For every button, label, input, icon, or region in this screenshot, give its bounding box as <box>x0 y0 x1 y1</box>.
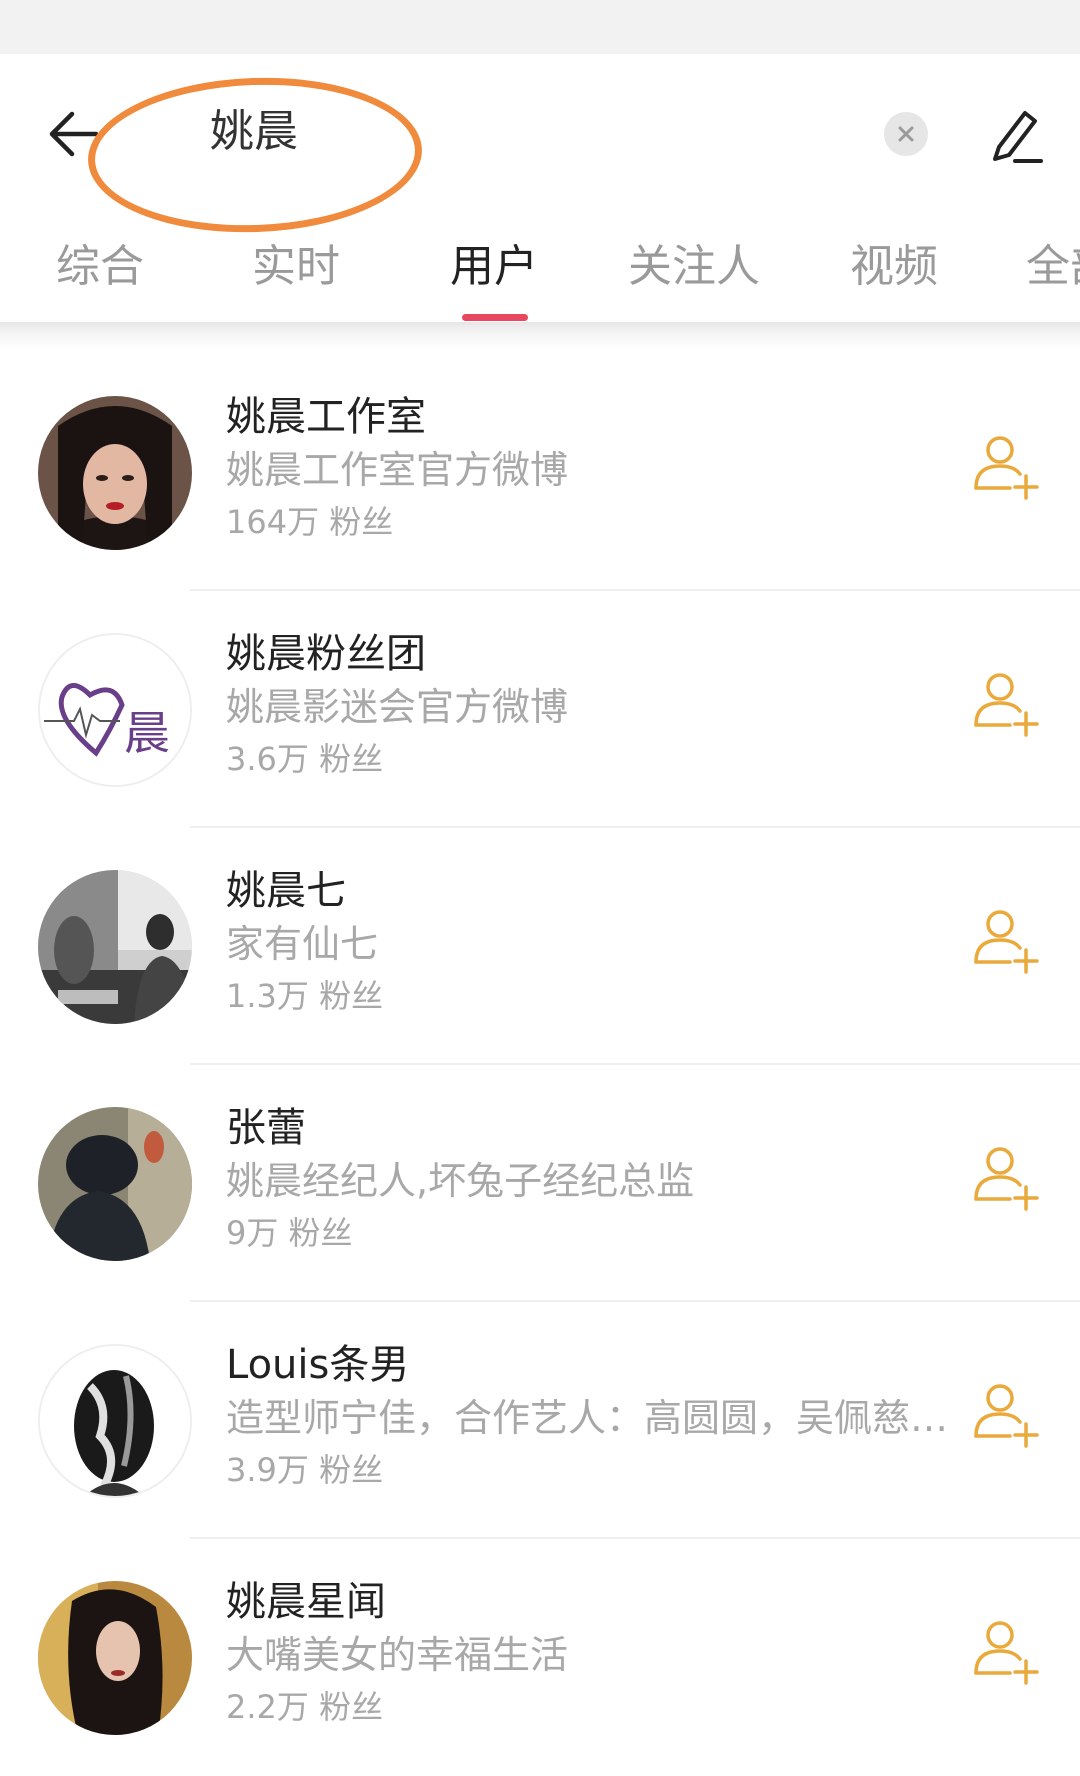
user-description: 造型师宁佳，合作艺人：高圆圆，吴佩慈… <box>226 1396 949 1440</box>
fan-count: 3.6万 粉丝 <box>226 740 384 778</box>
fan-count: 164万 粉丝 <box>226 503 394 541</box>
add-user-icon <box>974 436 1039 500</box>
user-row[interactable]: 张蕾 姚晨经纪人,坏兔子经纪总监 9万 粉丝 <box>0 1065 1080 1302</box>
user-description: 家有仙七 <box>226 922 379 966</box>
user-row[interactable]: 姚晨工作室 姚晨工作室官方微博 164万 粉丝 <box>0 354 1080 591</box>
add-user-icon <box>974 1621 1039 1685</box>
user-row[interactable]: 晨 姚晨粉丝团 姚晨影迷会官方微博 3.6万 粉丝 <box>0 591 1080 828</box>
user-description: 姚晨影迷会官方微博 <box>226 685 569 729</box>
avatar[interactable] <box>38 396 192 550</box>
user-description: 姚晨经纪人,坏兔子经纪总监 <box>226 1159 695 1203</box>
add-user-icon <box>974 673 1039 737</box>
user-row[interactable]: 姚晨星闻 大嘴美女的幸福生活 2.2万 粉丝 <box>0 1539 1080 1776</box>
tab-all-results[interactable]: 综合 <box>56 232 144 302</box>
user-name[interactable]: 姚晨星闻 <box>226 1575 386 1629</box>
follow-button[interactable] <box>970 1378 1042 1450</box>
follow-button[interactable] <box>970 430 1042 502</box>
tab-all[interactable]: 全部 <box>1026 232 1080 302</box>
user-row[interactable]: 姚晨七 家有仙七 1.3万 粉丝 <box>0 828 1080 1065</box>
avatar[interactable] <box>38 1581 192 1735</box>
fan-count: 3.9万 粉丝 <box>226 1451 384 1489</box>
follow-button[interactable] <box>970 904 1042 976</box>
avatar[interactable] <box>38 1344 192 1498</box>
tab-realtime[interactable]: 实时 <box>252 232 340 302</box>
active-tab-indicator <box>462 314 528 321</box>
fan-count: 1.3万 粉丝 <box>226 977 384 1015</box>
tab-bar: 综合 实时 用户 关注人 视频 全部 <box>0 0 1080 330</box>
user-name[interactable]: Louis条男 <box>226 1338 409 1392</box>
avatar[interactable]: 晨 <box>38 633 192 787</box>
tab-video[interactable]: 视频 <box>850 232 938 302</box>
add-user-icon <box>974 1147 1039 1211</box>
follow-button[interactable] <box>970 1141 1042 1213</box>
fan-count: 2.2万 粉丝 <box>226 1688 384 1726</box>
follow-button[interactable] <box>970 667 1042 739</box>
fan-count: 9万 粉丝 <box>226 1214 353 1252</box>
user-row[interactable]: Louis条男 造型师宁佳，合作艺人：高圆圆，吴佩慈… 3.9万 粉丝 <box>0 1302 1080 1539</box>
user-description: 大嘴美女的幸福生活 <box>226 1633 569 1677</box>
tab-shadow <box>0 322 1080 350</box>
add-user-icon <box>974 910 1039 974</box>
tab-users[interactable]: 用户 <box>450 232 538 302</box>
user-name[interactable]: 姚晨七 <box>226 864 346 918</box>
avatar[interactable] <box>38 870 192 1024</box>
svg-text:晨: 晨 <box>124 706 170 760</box>
follow-button[interactable] <box>970 1615 1042 1687</box>
tab-following[interactable]: 关注人 <box>628 232 760 302</box>
avatar[interactable] <box>38 1107 192 1261</box>
user-name[interactable]: 张蕾 <box>226 1101 306 1155</box>
user-name[interactable]: 姚晨粉丝团 <box>226 627 426 681</box>
user-description: 姚晨工作室官方微博 <box>226 448 569 492</box>
user-name[interactable]: 姚晨工作室 <box>226 390 426 444</box>
add-user-icon <box>974 1384 1039 1448</box>
